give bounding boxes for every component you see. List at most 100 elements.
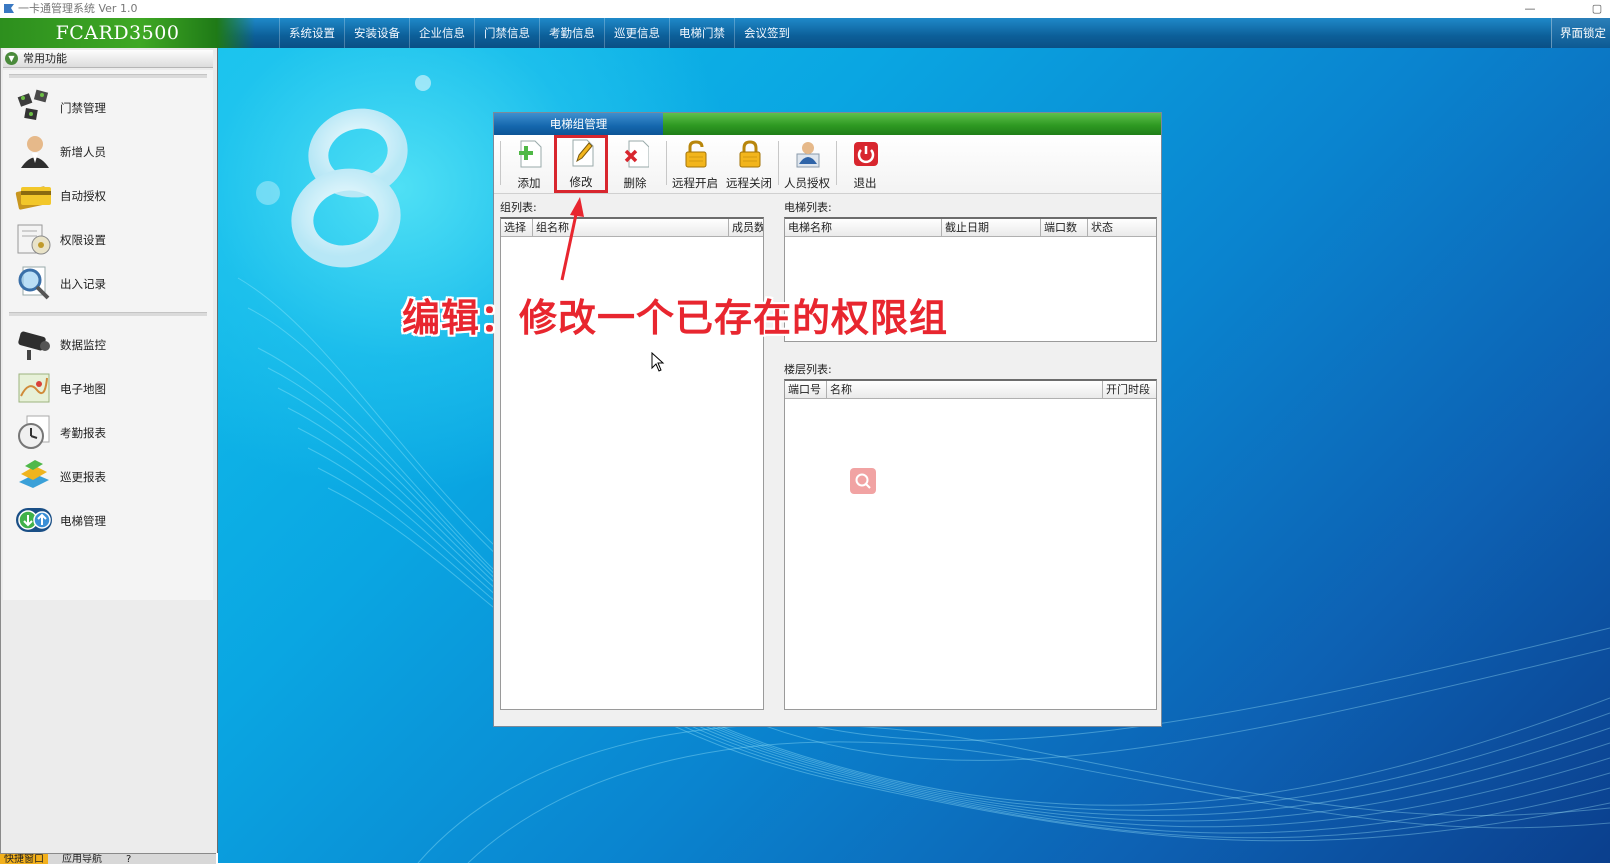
main-menu-bar: FCARD3500 系统设置 安装设备 企业信息 门禁信息 考勤信息 巡更信息 … — [0, 18, 1610, 49]
menu-door-info[interactable]: 门禁信息 — [474, 18, 539, 48]
sidebar-item-permission[interactable]: 权限设置 — [15, 219, 210, 259]
unlock-icon — [685, 140, 707, 168]
menu-install-device[interactable]: 安装设备 — [344, 18, 409, 48]
remote-open-button[interactable]: 远程开启 — [670, 138, 720, 190]
column-name[interactable]: 名称 — [827, 381, 1103, 398]
dialog-title[interactable]: 电梯组管理 — [494, 113, 663, 135]
logo-eight-icon — [256, 75, 431, 268]
sidebar-item-patrol-report[interactable]: 巡更报表 — [15, 456, 210, 496]
dialog-title-bar: 电梯组管理 — [494, 113, 1161, 135]
delete-x-icon — [624, 140, 649, 168]
magnifier-record-icon — [18, 266, 50, 300]
lock-icon — [739, 140, 761, 168]
dialog-toolbar: 添加 修改 删除 远程开启 远程关闭 人员授权 退出 — [494, 135, 1161, 194]
sidebar-item-add-person[interactable]: 新增人员 — [15, 131, 210, 171]
column-select[interactable]: 选择 — [501, 219, 533, 236]
exit-button-label: 退出 — [853, 176, 877, 190]
sidebar-item-e-map[interactable]: 电子地图 — [15, 368, 210, 408]
delete-button[interactable]: 删除 — [610, 138, 660, 190]
sidebar-item-label: 电梯管理 — [60, 514, 106, 528]
patrol-report-icon — [19, 460, 49, 488]
sidebar-item-label: 巡更报表 — [60, 470, 106, 484]
person-icon — [21, 136, 49, 168]
door-access-icon — [17, 89, 49, 120]
column-status[interactable]: 状态 — [1088, 219, 1156, 236]
menu-attendance-info[interactable]: 考勤信息 — [539, 18, 604, 48]
window-title-bar: 一卡通管理系统 Ver 1.0 — ▢ — [0, 0, 1610, 18]
sidebar-item-label: 权限设置 — [60, 233, 106, 247]
sidebar-item-attendance-report[interactable]: 考勤报表 — [15, 412, 210, 452]
menu-system-settings[interactable]: 系统设置 — [279, 18, 344, 48]
edit-button[interactable]: 修改 — [554, 135, 608, 193]
column-elevator-name[interactable]: 电梯名称 — [785, 219, 942, 236]
menu-patrol-info[interactable]: 巡更信息 — [604, 18, 669, 48]
search-icon — [855, 473, 871, 489]
exit-button[interactable]: 退出 — [840, 138, 890, 190]
menu-elevator-access[interactable]: 电梯门禁 — [669, 18, 734, 48]
sidebar-item-label: 考勤报表 — [60, 426, 106, 440]
floating-search-button[interactable] — [850, 468, 876, 494]
column-member-count[interactable]: 成员数 — [729, 219, 763, 236]
sidebar-tabs: 快捷窗口 应用导航 ? — [0, 853, 216, 864]
remote-close-button-label: 远程关闭 — [726, 176, 772, 190]
sidebar-item-auto-auth[interactable]: 自动授权 — [15, 175, 210, 215]
annotation-arrow — [560, 197, 584, 281]
sidebar-item-elevator[interactable]: 电梯管理 — [15, 500, 210, 540]
camera-icon — [18, 331, 50, 360]
edit-pencil-icon — [572, 139, 594, 167]
maximize-button[interactable]: ▢ — [1587, 0, 1607, 18]
floor-list-label: 楼层列表: — [784, 363, 832, 376]
sidebar-item-label: 自动授权 — [60, 189, 106, 203]
brand-logo: FCARD3500 — [0, 18, 255, 48]
sidebar-header[interactable]: ▼ 常用功能 — [3, 50, 213, 68]
permission-icon — [17, 224, 51, 255]
chevron-down-icon: ▼ — [5, 52, 18, 65]
user-auth-icon — [796, 142, 820, 168]
window-title: 一卡通管理系统 Ver 1.0 — [18, 2, 138, 15]
sidebar-header-label: 常用功能 — [23, 52, 67, 65]
column-open-time[interactable]: 开门时段 — [1103, 381, 1156, 398]
minimize-button[interactable]: — — [1520, 0, 1540, 18]
menu-enterprise-info[interactable]: 企业信息 — [409, 18, 474, 48]
power-icon — [854, 142, 878, 166]
floor-list[interactable]: 端口号 名称 开门时段 — [784, 379, 1157, 710]
mouse-cursor-icon — [651, 352, 665, 372]
sidebar-item-label: 电子地图 — [60, 382, 106, 396]
remote-close-button[interactable]: 远程关闭 — [724, 138, 774, 190]
add-doc-icon — [519, 140, 542, 168]
menu-items: 系统设置 安装设备 企业信息 门禁信息 考勤信息 巡更信息 电梯门禁 会议签到 — [279, 18, 799, 48]
menu-meeting-signin[interactable]: 会议签到 — [734, 18, 799, 48]
elevator-list-label: 电梯列表: — [784, 201, 832, 214]
sidebar-item-label: 门禁管理 — [60, 101, 106, 115]
sidebar-divider — [9, 74, 207, 78]
floor-list-header: 端口号 名称 开门时段 — [785, 381, 1156, 399]
elevator-group-dialog: 电梯组管理 添加 修改 删除 远程开启 远程关闭 人员授权 退出 组列表: 选择… — [493, 112, 1162, 727]
group-list-label: 组列表: — [500, 201, 537, 214]
sidebar-divider — [9, 312, 207, 316]
map-icon — [18, 373, 50, 403]
user-auth-button-label: 人员授权 — [784, 176, 830, 190]
group-list-header: 选择 组名称 成员数 — [501, 219, 763, 237]
elevator-icon — [16, 508, 52, 532]
column-port-count[interactable]: 端口数 — [1041, 219, 1088, 236]
sidebar-empty-area — [3, 600, 213, 853]
clock-report-icon — [18, 415, 50, 449]
app-logo-icon — [4, 4, 14, 13]
cards-icon — [15, 186, 51, 210]
sidebar: ▼ 常用功能 门禁管理 新增人员 自动授权 权限设置 出入记录 数据监控 电子地… — [0, 48, 219, 853]
elevator-list-header: 电梯名称 截止日期 端口数 状态 — [785, 219, 1156, 237]
delete-button-label: 删除 — [623, 176, 647, 190]
sidebar-item-label: 数据监控 — [60, 338, 106, 352]
user-auth-button[interactable]: 人员授权 — [782, 138, 832, 190]
sidebar-item-access-records[interactable]: 出入记录 — [15, 263, 210, 303]
column-expiry-date[interactable]: 截止日期 — [942, 219, 1041, 236]
sidebar-panel: 门禁管理 新增人员 自动授权 权限设置 出入记录 数据监控 电子地图 考勤报表 … — [3, 70, 213, 600]
annotation-caption: 编辑：修改一个已存在的权限组 — [402, 296, 949, 340]
column-port-number[interactable]: 端口号 — [785, 381, 827, 398]
sidebar-item-door-access[interactable]: 门禁管理 — [15, 87, 210, 127]
lock-ui-button[interactable]: 界面锁定 — [1551, 18, 1610, 48]
sidebar-item-label: 出入记录 — [60, 277, 106, 291]
sidebar-item-label: 新增人员 — [60, 145, 106, 159]
sidebar-item-data-monitor[interactable]: 数据监控 — [15, 324, 210, 364]
add-button[interactable]: 添加 — [504, 138, 554, 190]
